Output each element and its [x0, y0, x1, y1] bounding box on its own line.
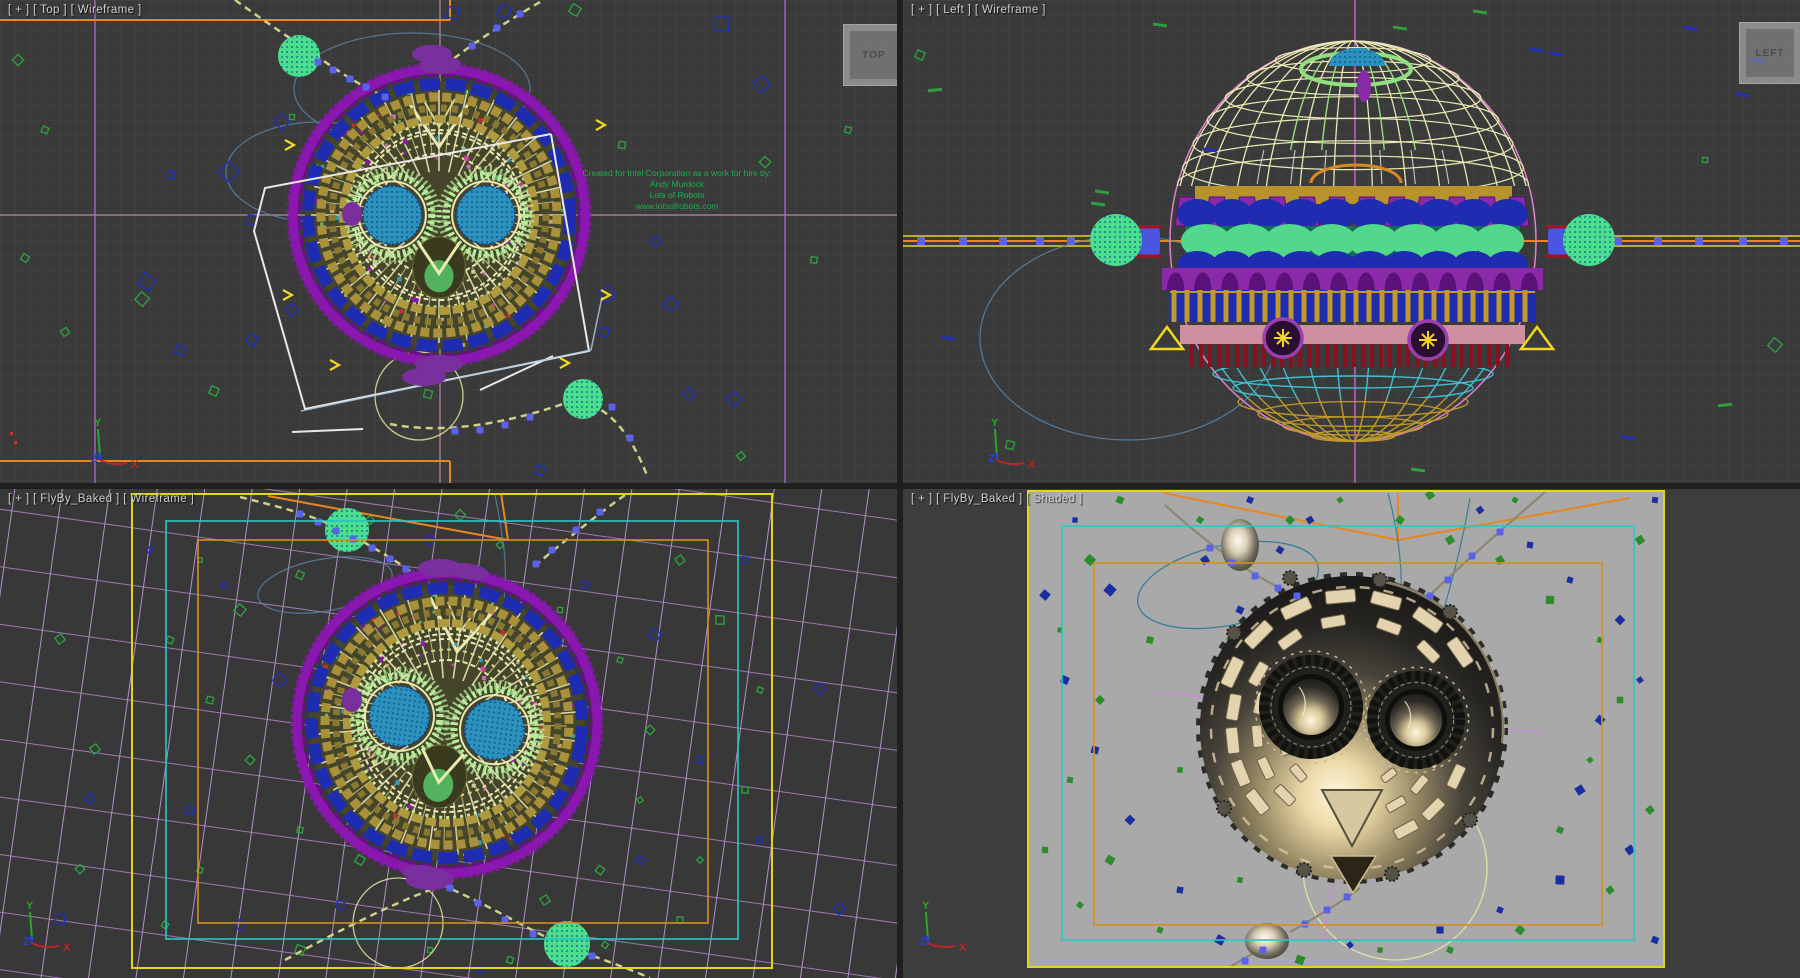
svg-text:X: X — [1028, 459, 1036, 471]
svg-text:Z: Z — [23, 936, 30, 948]
viewport-quad-layout: YXZ [ + ] [ Top ] [ Wireframe ] TOP Crea… — [0, 0, 1800, 978]
viewport-left-label[interactable]: [ + ] [ Left ] [ Wireframe ] — [911, 4, 1046, 16]
svg-text:Z: Z — [91, 453, 98, 465]
svg-text:Z: Z — [988, 453, 995, 465]
svg-text:X: X — [131, 459, 139, 471]
svg-text:X: X — [63, 942, 71, 954]
viewcube-top-label: TOP — [862, 50, 885, 61]
viewport-flyby-shaded[interactable]: YXZ [ + ] [ FlyBy_Baked ] [ Shaded ] Cre… — [903, 489, 1800, 978]
viewcube-left-label: LEFT — [1756, 48, 1785, 59]
viewport-top-label[interactable]: [ + ] [ Top ] [ Wireframe ] — [8, 4, 142, 16]
svg-text:Y: Y — [922, 900, 930, 912]
svg-text:Y: Y — [991, 417, 999, 429]
viewport-flyby-shaded-label[interactable]: [ + ] [ FlyBy_Baked ] [ Shaded ] — [911, 493, 1083, 505]
viewport-flyby-wireframe-canvas: Y X Z — [0, 489, 897, 978]
viewport-top[interactable]: YXZ [ + ] [ Top ] [ Wireframe ] TOP Crea… — [0, 0, 897, 483]
svg-text:Z: Z — [919, 936, 926, 948]
viewport-flyby-wireframe-label[interactable]: [ + ] [ FlyBy_Baked ] [ Wireframe ] — [8, 493, 194, 505]
viewcube-top[interactable]: TOP — [843, 24, 897, 86]
viewport-left[interactable]: Y X Z [ + ] [ Left ] [ Wireframe ] LEFT — [903, 0, 1800, 483]
svg-text:Y: Y — [94, 417, 102, 429]
viewport-left-canvas: Y X Z — [903, 0, 1800, 483]
viewport-flyby-wireframe[interactable]: YXZ [ + ] [ FlyBy_Baked ] [ Wireframe ] … — [0, 489, 897, 978]
viewport-top-canvas: Y X Z — [0, 0, 897, 483]
viewport-flyby-shaded-canvas: Y X Z — [903, 489, 1800, 978]
viewcube-left[interactable]: LEFT — [1739, 22, 1800, 84]
svg-text:X: X — [959, 942, 967, 954]
svg-text:Y: Y — [26, 900, 34, 912]
